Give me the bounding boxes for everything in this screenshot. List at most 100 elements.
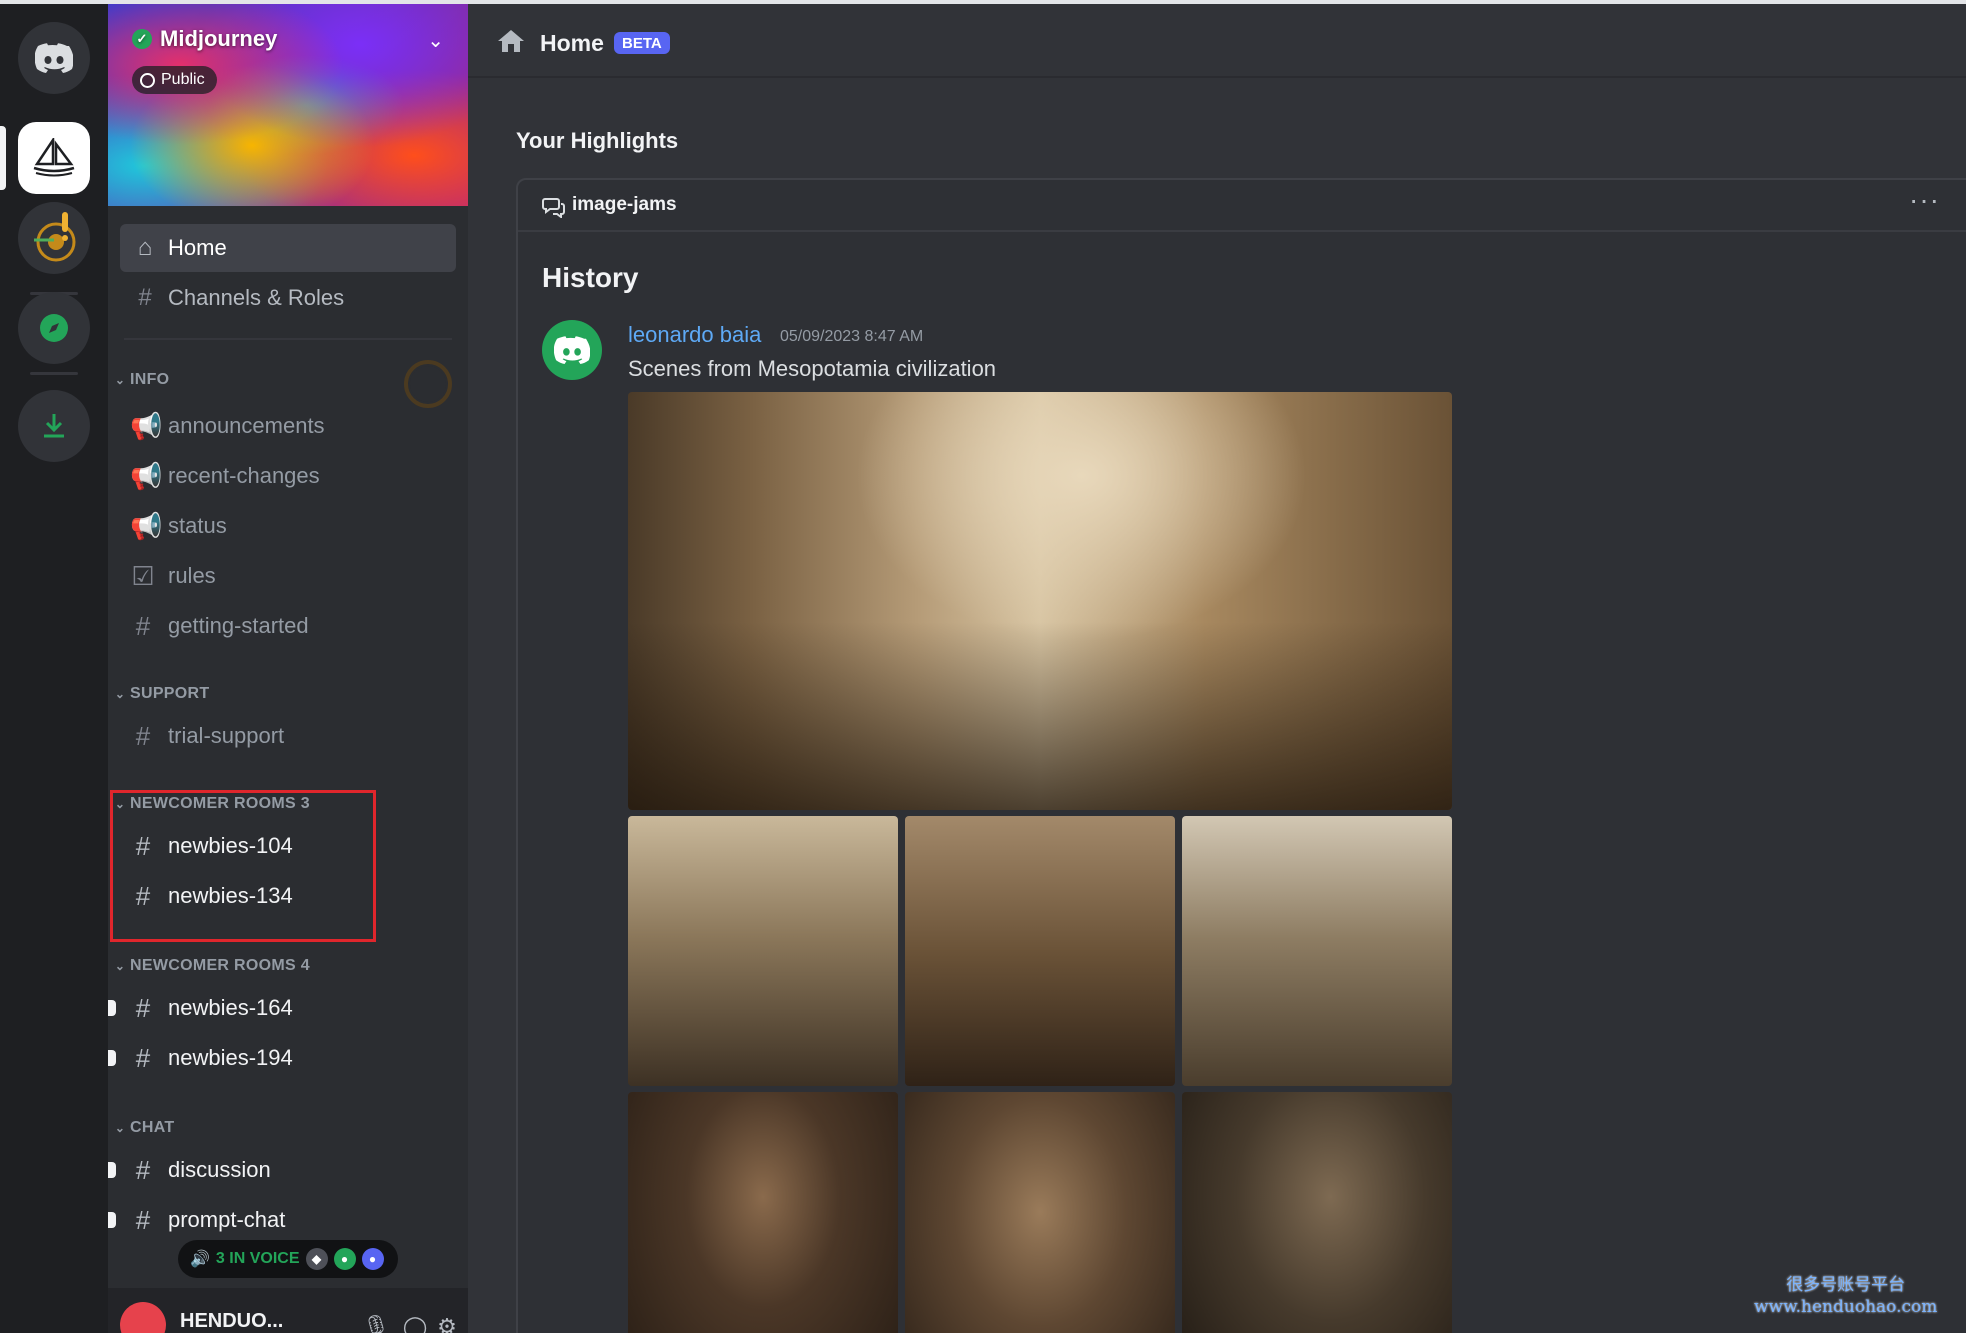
server-2-button[interactable] — [18, 202, 90, 274]
hashtag-icon: # — [135, 720, 151, 751]
author-avatar[interactable] — [542, 320, 602, 380]
server-name-label: Midjourney — [160, 26, 278, 51]
channel-label: newbies-194 — [168, 1045, 293, 1070]
message-author[interactable]: leonardo baia — [628, 322, 761, 348]
category-info[interactable]: ⌄ INFO — [114, 368, 169, 392]
username[interactable]: HENDUO... — [180, 1310, 283, 1333]
chevron-down-icon: ⌄ — [114, 373, 126, 387]
voice-activity-pill[interactable]: 🔊 3 IN VOICE ◆ ● ● — [178, 1240, 398, 1278]
category-newcomer-rooms-4[interactable]: ⌄ NEWCOMER ROOMS 4 — [114, 954, 310, 978]
hashtag-icon: # — [135, 610, 151, 641]
sailboat-icon — [33, 138, 75, 177]
category-label: NEWCOMER ROOMS 4 — [130, 957, 310, 974]
channel-label: announcements — [168, 413, 325, 438]
home-icon: ⌂ — [137, 234, 153, 261]
message-timestamp: 05/09/2023 8:47 AM — [780, 328, 924, 345]
public-badge: Public — [132, 66, 217, 94]
discord-logo-icon — [35, 43, 73, 73]
attachment-image[interactable] — [905, 816, 1175, 1086]
watermark-line: www.henduohao.com — [1754, 1297, 1938, 1317]
thread-header[interactable]: image-jams ··· — [518, 180, 1966, 232]
channel-announcements[interactable]: 📢 announcements — [120, 404, 456, 448]
server-banner[interactable]: ✓ Midjourney ⌄ Public — [108, 4, 468, 206]
mute-microphone-icon[interactable]: 🎙 — [362, 1314, 390, 1333]
discord-home-button[interactable] — [18, 22, 90, 94]
attachment-image[interactable] — [628, 1092, 898, 1333]
channel-trial-support[interactable]: # trial-support — [120, 714, 456, 758]
section-title: History — [542, 262, 639, 293]
sidebar-divider — [124, 338, 452, 340]
channel-browse-icon: # — [138, 284, 152, 311]
category-label: INFO — [130, 371, 170, 388]
loading-ring-icon — [404, 360, 452, 408]
unread-indicator — [108, 1212, 116, 1228]
user-panel: HENDUO... 🎙 ◯ ⚙ — [108, 1288, 468, 1333]
attachment-image[interactable] — [1182, 1092, 1452, 1333]
download-apps-button[interactable] — [18, 390, 90, 462]
nav-home[interactable]: ⌂ Home — [120, 224, 456, 272]
channel-sidebar: ✓ Midjourney ⌄ Public ⌂ Home # Channels … — [108, 4, 468, 1333]
channel-label: recent-changes — [168, 463, 320, 488]
megaphone-icon: 📢 — [130, 410, 163, 441]
verified-check-icon: ✓ — [132, 29, 152, 49]
channel-newbies-194[interactable]: # newbies-194 — [108, 1036, 456, 1080]
attachment-image[interactable] — [905, 1092, 1175, 1333]
headphones-icon[interactable]: ◯ — [402, 1314, 428, 1333]
channel-rules[interactable]: ☑ rules — [120, 554, 456, 598]
category-label: CHAT — [130, 1119, 175, 1136]
server-name[interactable]: ✓ Midjourney — [132, 26, 277, 52]
channel-status[interactable]: 📢 status — [120, 504, 456, 548]
download-icon — [44, 414, 64, 438]
active-server-indicator — [0, 126, 6, 190]
attachment-image[interactable] — [628, 816, 898, 1086]
megaphone-icon: 📢 — [130, 510, 163, 541]
channel-label: prompt-chat — [168, 1207, 286, 1232]
nav-home-label: Home — [168, 235, 227, 260]
target-alert-icon — [34, 212, 76, 262]
chevron-down-icon: ⌄ — [114, 1121, 126, 1135]
chevron-down-icon: ⌄ — [114, 687, 126, 701]
category-label: SUPPORT — [130, 685, 210, 702]
channel-label: trial-support — [168, 723, 285, 748]
channel-label: getting-started — [168, 613, 309, 638]
beta-badge: BETA — [614, 32, 670, 54]
hashtag-icon: # — [135, 1154, 151, 1185]
voice-user-avatar: ◆ — [305, 1248, 328, 1270]
category-chat[interactable]: ⌄ CHAT — [114, 1116, 174, 1140]
more-options-icon[interactable]: ··· — [1909, 184, 1940, 216]
server-midjourney-button[interactable] — [18, 122, 90, 194]
channel-newbies-164[interactable]: # newbies-164 — [108, 986, 456, 1030]
locked-hashtag-icon: # — [135, 992, 151, 1023]
gear-icon[interactable]: ⚙ — [434, 1314, 460, 1333]
category-support[interactable]: ⌄ SUPPORT — [114, 682, 209, 706]
compass-icon — [40, 314, 68, 342]
unread-indicator — [108, 1000, 116, 1016]
thread-name[interactable]: image-jams — [572, 194, 677, 216]
channel-label: status — [168, 513, 227, 538]
channel-discussion[interactable]: # discussion — [108, 1148, 456, 1192]
globe-icon — [140, 72, 155, 88]
chevron-down-icon[interactable]: ⌄ — [427, 28, 444, 53]
hashtag-icon: # — [135, 1204, 151, 1235]
watermark: 很多号账号平台 www.henduohao.com — [1754, 1274, 1937, 1318]
public-badge-label: Public — [161, 71, 205, 88]
speaker-icon: 🔊 — [190, 1251, 210, 1268]
highlights-title: Your Highlights — [516, 128, 679, 153]
attachment-image-main[interactable] — [628, 392, 1452, 810]
user-avatar[interactable] — [120, 1302, 166, 1333]
channel-recent-changes[interactable]: 📢 recent-changes — [120, 454, 456, 498]
channel-getting-started[interactable]: # getting-started — [120, 604, 456, 648]
voice-user-avatar: ● — [361, 1248, 384, 1270]
channel-prompt-chat[interactable]: # prompt-chat — [108, 1198, 456, 1242]
explore-servers-button[interactable] — [18, 292, 90, 364]
highlight-annotation-box — [110, 790, 376, 942]
rail-separator — [30, 372, 78, 375]
voice-label: 3 IN VOICE — [215, 1250, 300, 1267]
channel-label: discussion — [168, 1157, 271, 1182]
threads-icon — [542, 198, 565, 218]
chevron-down-icon: ⌄ — [114, 959, 126, 973]
attachment-image[interactable] — [1182, 816, 1452, 1086]
watermark-line: 很多号账号平台 — [1786, 1275, 1906, 1295]
nav-channels-roles[interactable]: # Channels & Roles — [120, 274, 456, 322]
main-content: Home BETA Your Highlights image-jams ···… — [468, 4, 1966, 1333]
